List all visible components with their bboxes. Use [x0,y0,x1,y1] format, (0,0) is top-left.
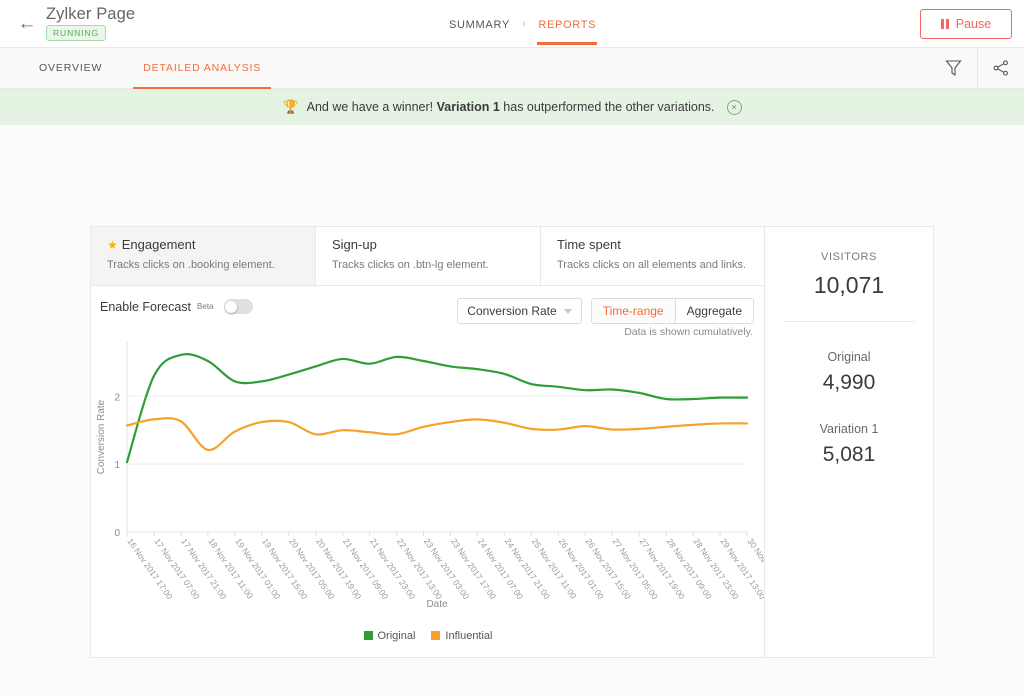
top-header-bar: ← Zylker Page RUNNING SUMMARY › REPORTS … [0,0,1024,48]
star-icon: ★ [107,238,118,252]
svg-text:0: 0 [114,528,120,539]
conversion-rate-chart: 012Conversion Rate16 Nov 2017 17:0017 No… [91,330,765,650]
view-mode-segmented-control: Time-range Aggregate [591,298,754,324]
metric-tab-engagement[interactable]: ★ Engagement Tracks clicks on .booking e… [91,227,315,285]
banner-text-after: has outperformed the other variations. [500,100,715,114]
visitors-stat: VISITORS 10,071 [765,227,933,299]
chart-toolbar: Enable Forecast Beta Conversion Rate Tim… [91,286,765,330]
legend-swatch [364,631,373,640]
svg-text:Conversion Rate: Conversion Rate [96,399,107,474]
visitors-label: VISITORS [765,251,933,263]
metric-select-value: Conversion Rate [467,304,556,318]
metric-tab-desc: Tracks clicks on .btn-lg element. [332,259,524,271]
metric-tab-name: Time spent [557,237,621,252]
page-title-block: Zylker Page RUNNING [46,6,135,41]
page-title: Zylker Page [46,6,135,23]
metric-tab-title: Time spent [557,237,749,252]
filters-row: Baseline? Original Compare with All Vari… [0,125,1024,203]
enable-forecast-toggle[interactable] [224,299,253,314]
legend-label: Original [378,630,416,642]
metric-tabs: ★ Engagement Tracks clicks on .booking e… [91,227,765,286]
svg-text:Date: Date [426,599,448,610]
metric-tab-title: Sign-up [332,237,524,252]
variation-value: 5,081 [765,443,933,467]
pause-button-label: Pause [956,17,991,31]
seg-time-range[interactable]: Time-range [592,299,675,323]
variation-stat: Variation 1 5,081 [765,422,933,467]
divider [783,321,915,322]
tab-overview[interactable]: OVERVIEW [37,48,104,88]
legend-item-influential[interactable]: Influential [431,630,492,642]
seg-aggregate[interactable]: Aggregate [675,299,753,323]
banner-highlight: Variation 1 [437,100,500,114]
banner-close-icon[interactable]: × [727,100,742,115]
filter-funnel-icon[interactable] [930,48,977,88]
svg-text:1: 1 [114,460,120,471]
original-value: 4,990 [765,371,933,395]
banner-text-before: And we have a winner! [307,100,437,114]
svg-text:2: 2 [114,392,120,403]
metric-tab-name: Sign-up [332,237,377,252]
legend-label: Influential [445,630,492,642]
metric-tab-signup[interactable]: Sign-up Tracks clicks on .btn-lg element… [315,227,540,285]
report-card-main: ★ Engagement Tracks clicks on .booking e… [91,227,765,657]
share-icon[interactable] [977,48,1024,88]
breadcrumb-separator-icon: › [522,18,526,30]
legend-item-original[interactable]: Original [364,630,416,642]
legend-swatch [431,631,440,640]
metric-tab-title: ★ Engagement [107,237,299,252]
chart-legend: Original Influential [91,630,765,642]
sub-navigation-bar: OVERVIEW DETAILED ANALYSIS [0,48,1024,89]
breadcrumb-reports[interactable]: REPORTS [537,4,597,45]
original-stat: Original 4,990 [765,350,933,395]
app-root: ← Zylker Page RUNNING SUMMARY › REPORTS … [0,0,1024,697]
visitor-stats-panel: VISITORS 10,071 Original 4,990 Variation… [764,227,933,657]
winner-banner-text: And we have a winner! Variation 1 has ou… [307,100,715,114]
chevron-down-icon [564,309,572,314]
enable-forecast-label: Enable Forecast [100,300,191,314]
breadcrumb: SUMMARY › REPORTS [448,0,597,48]
toggle-knob [225,301,237,313]
metric-tab-time-spent[interactable]: Time spent Tracks clicks on all elements… [540,227,765,285]
report-card: ★ Engagement Tracks clicks on .booking e… [90,226,934,658]
metric-tab-desc: Tracks clicks on .booking element. [107,259,299,271]
trophy-icon: 🏆 [282,99,298,115]
metric-tab-desc: Tracks clicks on all elements and links. [557,259,749,271]
tab-detailed-analysis[interactable]: DETAILED ANALYSIS [141,48,263,88]
status-badge: RUNNING [46,25,106,41]
metric-select[interactable]: Conversion Rate [457,298,581,324]
breadcrumb-summary[interactable]: SUMMARY [448,4,511,45]
chart-svg: 012Conversion Rate16 Nov 2017 17:0017 No… [91,330,765,650]
winner-banner: 🏆 And we have a winner! Variation 1 has … [0,89,1024,125]
variation-label: Variation 1 [765,422,933,436]
metric-tab-name: Engagement [122,237,196,252]
pause-icon [941,19,949,29]
visitors-value: 10,071 [765,272,933,299]
pause-button[interactable]: Pause [920,9,1012,39]
beta-badge: Beta [197,302,213,311]
back-arrow-icon[interactable]: ← [12,14,42,33]
original-label: Original [765,350,933,364]
subnav-actions [930,48,1024,88]
chart-toolbar-actions: Conversion Rate Time-range Aggregate [457,298,754,324]
